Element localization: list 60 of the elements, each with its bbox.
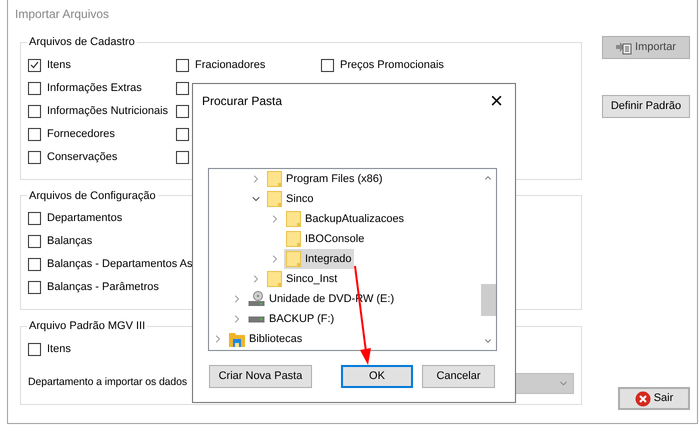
checkbox[interactable]: [28, 82, 41, 94]
checkbox-label: Preços Promocionais: [340, 58, 444, 73]
checkbox-label: Informações Extras: [47, 80, 142, 96]
checkbox[interactable]: [28, 258, 41, 271]
folder-icon: [286, 251, 301, 267]
checkbox[interactable]: [28, 58, 41, 72]
checkbox[interactable]: [176, 82, 189, 94]
dialog-button[interactable]: OK: [341, 365, 413, 388]
checkbox-label: Conservações: [47, 150, 118, 165]
checkbox[interactable]: [176, 104, 189, 118]
checkbox[interactable]: [28, 150, 41, 164]
checkbox[interactable]: [28, 235, 41, 248]
checkbox[interactable]: [28, 281, 41, 294]
checkbox-label: Balanças: [47, 234, 92, 250]
import-icon: [616, 40, 632, 54]
tree-item[interactable]: BACKUP (F:): [246, 309, 338, 329]
dvd-drive-icon: [248, 291, 265, 307]
checkbox[interactable]: [28, 128, 41, 140]
dialog-button[interactable]: Criar Nova Pasta: [209, 365, 312, 388]
checkbox[interactable]: [28, 104, 41, 118]
library-icon: [229, 332, 245, 346]
checkbox[interactable]: [321, 58, 334, 72]
folder-icon: [267, 191, 282, 207]
drive-icon: [248, 316, 265, 322]
folder-icon: [267, 171, 282, 187]
folder-icon: [286, 211, 301, 227]
checkbox-label: Informações Nutricionais: [47, 104, 168, 119]
dropdown-label: Departamento a importar os dados: [28, 375, 188, 390]
default-button[interactable]: Definir Padrão: [602, 95, 690, 118]
window-title: Importar Arquivos: [14, 6, 110, 23]
dialog-title: Procurar Pasta: [202, 93, 282, 110]
tree-item[interactable]: Sinco: [265, 189, 317, 209]
folder-icon: [286, 231, 301, 247]
group-title: Arquivos de Configuração: [28, 188, 157, 204]
exit-button[interactable]: Sair: [618, 387, 690, 410]
checkbox[interactable]: [176, 150, 189, 164]
checkbox-label: Balanças - Departamentos As: [47, 257, 193, 272]
folder-icon: [267, 271, 282, 287]
checkbox[interactable]: [28, 342, 41, 356]
group-title: Arquivos de Cadastro: [28, 35, 136, 50]
tree-item[interactable]: Integrado: [284, 249, 354, 269]
checkbox-label: Balanças - Parâmetros: [47, 280, 159, 296]
checkbox-label: Departamentos: [47, 211, 122, 226]
tree-item[interactable]: Sinco_Inst: [265, 269, 340, 289]
tree-item[interactable]: IBOConsole: [284, 229, 368, 249]
close-button[interactable]: ×: [490, 91, 503, 111]
dialog-button[interactable]: Cancelar: [422, 365, 495, 388]
close-icon: [634, 390, 651, 406]
tree-item[interactable]: Program Files (x86): [265, 169, 386, 189]
checkbox-label: Itens: [47, 342, 71, 357]
checkbox[interactable]: [28, 212, 41, 225]
checkbox-label: Fracionadores: [195, 58, 266, 73]
tree-item[interactable]: Bibliotecas: [227, 329, 306, 349]
scrollbar-thumb[interactable]: [480, 284, 496, 316]
tree-item[interactable]: BackupAtualizacoes: [284, 209, 408, 229]
group-title: Arquivo Padrão MGV III: [28, 319, 146, 334]
checkbox[interactable]: [176, 128, 189, 140]
checkbox-label: Itens: [47, 58, 71, 73]
checkbox[interactable]: [176, 58, 189, 72]
checkbox-label: Fornecedores: [47, 126, 115, 142]
